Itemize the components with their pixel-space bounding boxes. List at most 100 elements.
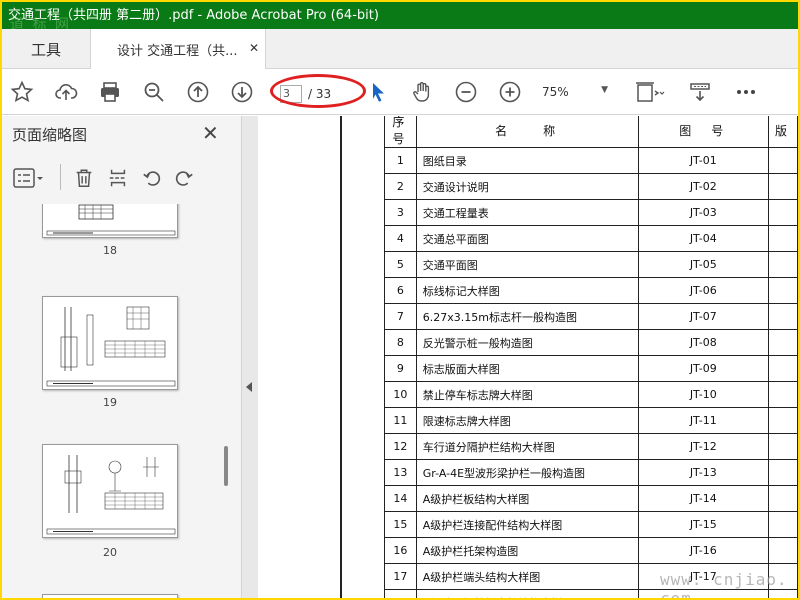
row-number: 8 (384, 329, 417, 356)
row-extra (767, 537, 798, 564)
acrobat-window: 交通工程（共四册 第二册）.pdf - Adobe Acrobat Pro (6… (2, 2, 798, 598)
row-name: 交通平面图 (415, 251, 639, 278)
fit-page-icon[interactable] (632, 78, 668, 106)
row-name: A级护栏板结构大样图 (415, 485, 639, 512)
header-name: 名 称 (415, 116, 639, 148)
scroll-mode-icon[interactable] (686, 78, 714, 106)
row-extra (767, 277, 798, 304)
row-number: 15 (384, 511, 417, 538)
thumbnail-list: 18 19 20 (2, 204, 234, 598)
thumbnail-page-number: 20 (103, 546, 117, 559)
sidebar-scrollbar[interactable] (224, 446, 228, 486)
star-icon[interactable] (8, 78, 36, 106)
tab-tools[interactable]: 工具 (2, 29, 90, 69)
row-extra (767, 381, 798, 408)
hand-icon[interactable] (408, 78, 436, 106)
window-titlebar: 交通工程（共四册 第二册）.pdf - Adobe Acrobat Pro (6… (2, 2, 798, 29)
zoom-in-icon[interactable] (496, 78, 524, 106)
row-number: 6 (384, 277, 417, 304)
row-extra (767, 355, 798, 382)
table-row: 1 图纸目录 JT-01 (384, 147, 798, 174)
table-row: 7 6.27x3.15m标志杆一般构造图 JT-07 (384, 303, 798, 330)
row-code: JT-07 (637, 303, 769, 330)
sidebar-collapse-gutter[interactable] (242, 116, 258, 598)
row-number: 13 (384, 459, 417, 486)
page-thumbnail[interactable] (42, 204, 178, 238)
row-extra (767, 225, 798, 252)
tab-bar: 工具 设计 交通工程（共... ✕ (2, 29, 798, 70)
row-number: 5 (384, 251, 417, 278)
row-number: 9 (384, 355, 417, 382)
table-row: 8 反光警示桩一般构造图 JT-08 (384, 329, 798, 356)
zoom-search-icon[interactable] (140, 78, 168, 106)
document-view[interactable]: 序号 名 称 图 号 版 1 图纸目录 JT-01 2 交通设计说明 JT-02 3 交通工程… (258, 116, 798, 598)
row-name: 车行道分隔护栏结构大样图 (415, 433, 639, 460)
page-thumbnail[interactable] (42, 296, 178, 390)
table-row: 13 Gr-A-4E型波形梁护栏一般构造图 JT-13 (384, 459, 798, 486)
row-code: JT-02 (637, 173, 769, 200)
row-extra (767, 485, 798, 512)
table-row: 6 标线标记大样图 JT-06 (384, 277, 798, 304)
row-number: 3 (384, 199, 417, 226)
row-code: JT-10 (637, 381, 769, 408)
row-number: 16 (384, 537, 417, 564)
extract-pages-icon[interactable] (106, 166, 130, 190)
table-row: 5 交通平面图 JT-05 (384, 251, 798, 278)
close-sidebar-icon[interactable]: ✕ (202, 121, 219, 145)
select-cursor-icon[interactable] (364, 78, 392, 106)
trash-icon[interactable] (72, 166, 96, 190)
zoom-level-select[interactable]: 75% ▼ (542, 85, 608, 99)
thumbnail-options-icon[interactable] (12, 166, 46, 190)
thumbnail-sidebar: 页面缩略图 ✕ 18 19 20 (2, 116, 242, 598)
page-thumbnail[interactable] (42, 444, 178, 538)
tab-document[interactable]: 设计 交通工程（共... ✕ (90, 29, 266, 70)
print-icon[interactable] (96, 78, 124, 106)
row-number: 12 (384, 433, 417, 460)
row-code: JT-15 (637, 511, 769, 538)
table-row: 16 A级护栏托架构造图 JT-16 (384, 537, 798, 564)
row-extra (767, 251, 798, 278)
row-extra (767, 459, 798, 486)
row-name: 交通工程量表 (415, 199, 639, 226)
row-extra (767, 199, 798, 226)
table-row: 9 标志版面大样图 JT-09 (384, 355, 798, 382)
row-number: 7 (384, 303, 417, 330)
sidebar-toolbar (2, 156, 242, 198)
page-down-icon[interactable] (228, 78, 256, 106)
row-code: JT-16 (637, 537, 769, 564)
page-thumbnail[interactable] (42, 594, 178, 598)
more-icon[interactable] (732, 78, 760, 106)
page-up-icon[interactable] (184, 78, 212, 106)
row-code: JT-01 (637, 147, 769, 174)
row-code: JT-11 (637, 407, 769, 434)
close-tab-icon[interactable]: ✕ (249, 41, 259, 55)
rotate-left-icon[interactable] (140, 166, 164, 190)
row-code: JT-04 (637, 225, 769, 252)
zoom-level-value: 75% (542, 85, 569, 99)
zoom-out-icon[interactable] (452, 78, 480, 106)
sidebar-title: 页面缩略图 (12, 126, 88, 144)
collapse-arrow-icon[interactable] (246, 382, 252, 392)
row-number: 1 (384, 147, 417, 174)
table-header-row: 序号 名 称 图 号 版 (384, 116, 798, 148)
cloud-upload-icon[interactable] (52, 78, 80, 106)
row-code: JT-14 (637, 485, 769, 512)
row-code: JT-03 (637, 199, 769, 226)
row-number: 4 (384, 225, 417, 252)
header-no: 序号 (384, 116, 417, 148)
row-code: JT-08 (637, 329, 769, 356)
row-name: 限速标志牌大样图 (415, 407, 639, 434)
row-code: JT-13 (637, 459, 769, 486)
table-row: 3 交通工程量表 JT-03 (384, 199, 798, 226)
table-row: 12 车行道分隔护栏结构大样图 JT-12 (384, 433, 798, 460)
row-name: 图纸目录 (415, 147, 639, 174)
row-name: A级护栏连接配件结构大样图 (415, 511, 639, 538)
row-extra (767, 329, 798, 356)
row-name: 标志版面大样图 (415, 355, 639, 382)
thumbnail-page-number: 18 (103, 244, 117, 257)
row-name: Gr-A-4E型波形梁护栏一般构造图 (415, 459, 639, 486)
rotate-right-icon[interactable] (172, 166, 196, 190)
table-row: 10 禁止停车标志牌大样图 JT-10 (384, 381, 798, 408)
row-number: 10 (384, 381, 417, 408)
row-number: 14 (384, 485, 417, 512)
